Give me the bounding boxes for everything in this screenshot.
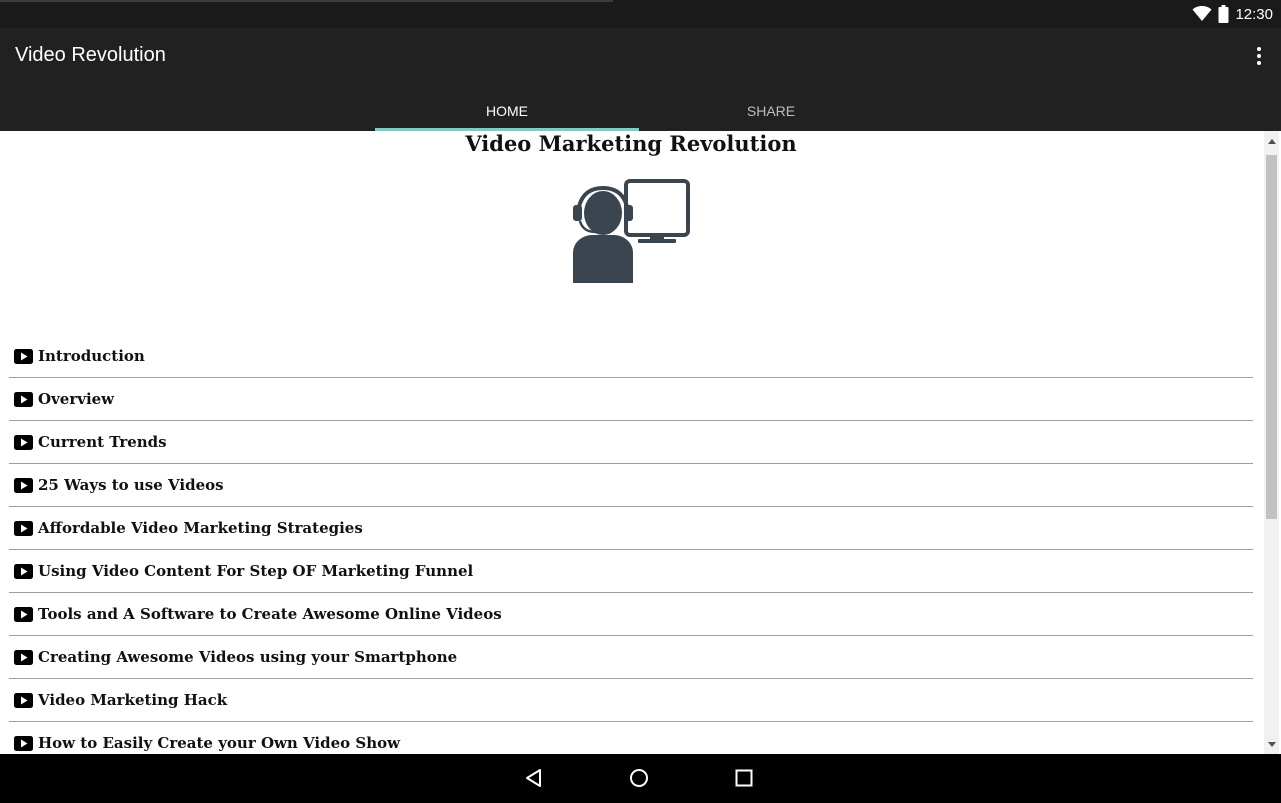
overflow-dot <box>1257 61 1261 65</box>
app-title: Video Revolution <box>15 44 166 66</box>
home-icon[interactable] <box>627 766 651 790</box>
scrollbar[interactable] <box>1264 131 1279 754</box>
user-at-computer-icon <box>573 179 690 283</box>
scrollbar-thumb[interactable] <box>1266 155 1277 519</box>
list-item-label: Creating Awesome Videos using your Smart… <box>38 648 458 666</box>
battery-icon <box>1218 5 1229 23</box>
list-item[interactable]: Creating Awesome Videos using your Smart… <box>9 636 1253 679</box>
list-item-label: Overview <box>38 390 115 408</box>
status-bar-line <box>0 0 613 2</box>
tab-home-label: HOME <box>486 102 528 119</box>
list-item-label: Introduction <box>38 347 145 365</box>
app-bar: Video Revolution HOME SHARE <box>0 28 1281 131</box>
play-icon <box>14 348 33 364</box>
wifi-icon <box>1192 6 1212 21</box>
chapter-list: Introduction Overview Current Trends 25 … <box>9 335 1253 754</box>
more-vert-icon[interactable] <box>1247 42 1271 70</box>
back-icon[interactable] <box>522 766 546 790</box>
list-item-label: Current Trends <box>38 433 167 451</box>
scroll-up-icon[interactable] <box>1264 133 1279 149</box>
list-item[interactable]: Using Video Content For Step OF Marketin… <box>9 550 1253 593</box>
play-icon <box>14 649 33 665</box>
play-icon <box>14 606 33 622</box>
play-icon <box>14 520 33 536</box>
list-item[interactable]: 25 Ways to use Videos <box>9 464 1253 507</box>
content-area[interactable]: Video Marketing Revolution Introduction <box>0 131 1281 754</box>
page-title: Video Marketing Revolution <box>465 131 797 156</box>
status-bar-right: 12:30 <box>1192 0 1273 28</box>
list-item[interactable]: Video Marketing Hack <box>9 679 1253 722</box>
play-icon <box>14 563 33 579</box>
list-item[interactable]: Tools and A Software to Create Awesome O… <box>9 593 1253 636</box>
overflow-dot <box>1257 54 1261 58</box>
list-item[interactable]: Current Trends <box>9 421 1253 464</box>
tab-home[interactable]: HOME <box>375 94 639 131</box>
recents-icon[interactable] <box>732 766 756 790</box>
tab-share[interactable]: SHARE <box>639 94 903 131</box>
overflow-dot <box>1257 47 1261 51</box>
play-icon <box>14 391 33 407</box>
play-icon <box>14 434 33 450</box>
scroll-down-icon[interactable] <box>1264 736 1279 752</box>
list-item-label: Video Marketing Hack <box>38 691 228 709</box>
navigation-bar <box>0 754 1281 803</box>
list-item-label: 25 Ways to use Videos <box>38 476 224 494</box>
status-time: 12:30 <box>1235 5 1273 23</box>
play-icon <box>14 692 33 708</box>
list-item[interactable]: Introduction <box>9 335 1253 378</box>
list-item-label: Using Video Content For Step OF Marketin… <box>38 562 474 580</box>
play-icon <box>14 477 33 493</box>
status-bar: 12:30 <box>0 0 1281 28</box>
list-item[interactable]: Overview <box>9 378 1253 421</box>
tab-share-label: SHARE <box>746 102 796 119</box>
play-icon <box>14 735 33 751</box>
list-item-label: Tools and A Software to Create Awesome O… <box>38 605 502 623</box>
list-item[interactable]: How to Easily Create your Own Video Show <box>9 722 1253 754</box>
list-item-label: Affordable Video Marketing Strategies <box>38 519 363 537</box>
list-item[interactable]: Affordable Video Marketing Strategies <box>9 507 1253 550</box>
app-screen: 12:30 Video Revolution HOME SHARE Video … <box>0 0 1281 803</box>
list-item-label: How to Easily Create your Own Video Show <box>38 734 401 752</box>
tab-bar: HOME SHARE <box>375 94 903 131</box>
